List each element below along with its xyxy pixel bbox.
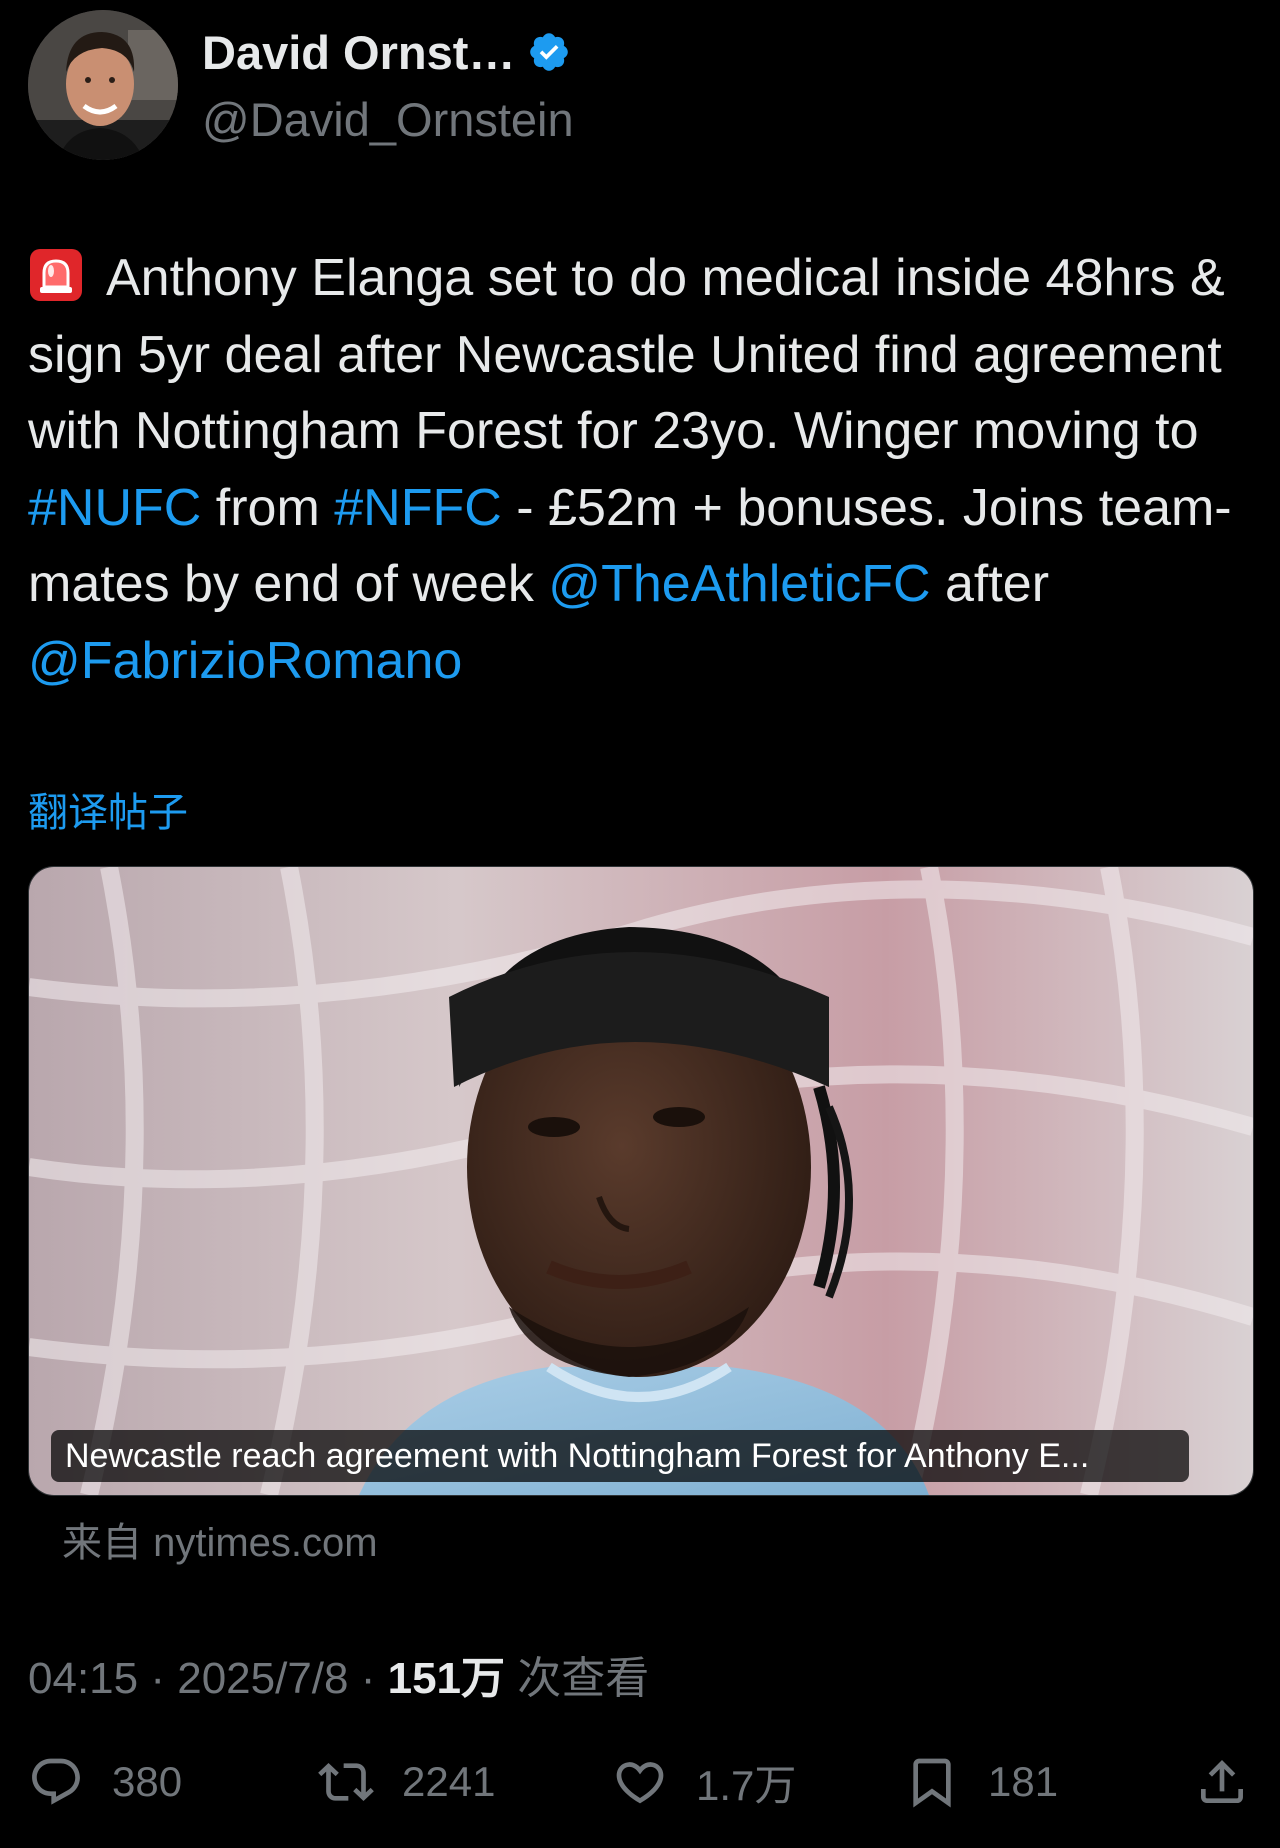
share-icon xyxy=(1201,1760,1243,1803)
card-image xyxy=(29,867,1253,1495)
like-button[interactable]: 1.7万 xyxy=(612,1746,796,1818)
meta-separator: · xyxy=(348,1654,388,1703)
mention-theathleticfc-link[interactable]: @TheAthleticFC xyxy=(548,555,930,613)
mention-fabrizioromano-link[interactable]: @FabrizioRomano xyxy=(28,632,462,690)
tweet-date[interactable]: 2025/7/8 xyxy=(177,1654,348,1703)
tweet-meta: 04:15 · 2025/7/8 · 151万 次查看 xyxy=(28,1642,649,1706)
rotating-light-icon xyxy=(30,249,82,301)
bookmark-icon xyxy=(913,1758,951,1808)
reply-icon xyxy=(32,1758,80,1805)
card-caption: Newcastle reach agreement with Nottingha… xyxy=(51,1430,1189,1482)
card-source[interactable]: 来自 nytimes.com xyxy=(62,1510,378,1568)
tweet-time[interactable]: 04:15 xyxy=(28,1654,138,1703)
reply-count: 380 xyxy=(112,1758,183,1805)
display-name[interactable]: David Ornst… xyxy=(202,25,515,80)
link-card[interactable]: Newcastle reach agreement with Nottingha… xyxy=(28,866,1254,1496)
tweet-text: Anthony Elanga set to do medical inside … xyxy=(28,240,1252,699)
verified-badge-icon xyxy=(530,33,569,71)
user-handle[interactable]: @David_Ornstein xyxy=(202,92,574,147)
avatar[interactable] xyxy=(28,10,178,160)
repost-icon xyxy=(318,1763,374,1801)
tweet-text-segment: Anthony Elanga set to do medical inside … xyxy=(28,249,1225,460)
hashtag-nufc-link[interactable]: #NUFC xyxy=(28,479,201,537)
meta-separator: · xyxy=(138,1654,178,1703)
like-count: 1.7万 xyxy=(696,1761,797,1809)
hashtag-nffc-link[interactable]: #NFFC xyxy=(334,479,502,537)
action-bar: 380 2241 1.7万 181 xyxy=(0,1746,1280,1818)
reply-button[interactable]: 380 xyxy=(28,1746,182,1818)
repost-button[interactable]: 2241 xyxy=(318,1746,495,1818)
tweet-header: David Ornst… @David_Ornstein xyxy=(28,10,1252,160)
bookmark-button[interactable]: 181 xyxy=(904,1746,1058,1818)
bookmark-count: 181 xyxy=(988,1758,1059,1805)
heart-icon xyxy=(616,1762,664,1804)
views-label: 次查看 xyxy=(505,1654,650,1703)
tweet-text-segment: from xyxy=(201,478,335,537)
name-row: David Ornst… xyxy=(202,24,571,80)
share-button[interactable] xyxy=(1194,1746,1250,1818)
repost-count: 2241 xyxy=(402,1758,496,1805)
translate-post-link[interactable]: 翻译帖子 xyxy=(28,780,188,838)
tweet-text-segment: after xyxy=(930,555,1050,613)
views-count: 151万 xyxy=(387,1654,506,1703)
